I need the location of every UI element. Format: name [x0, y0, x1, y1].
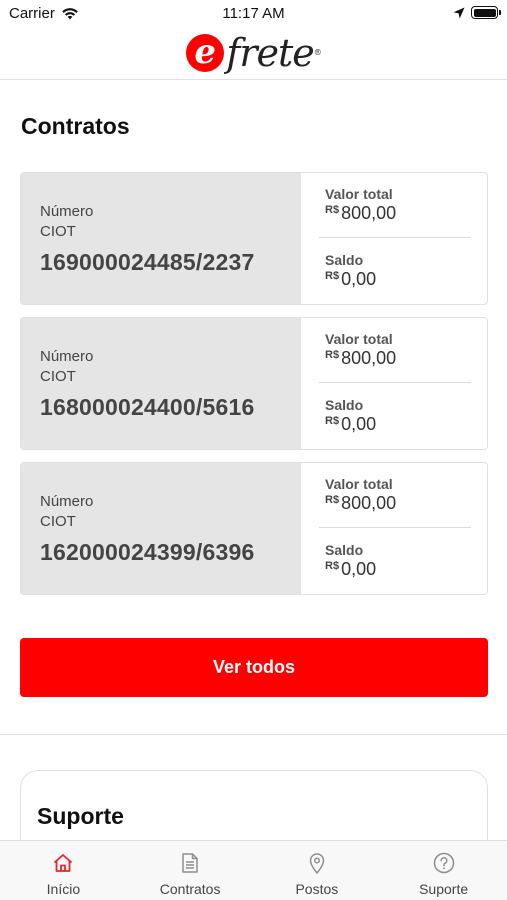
- contract-card[interactable]: Número CIOT 162000024399/6396 Valor tota…: [20, 462, 488, 595]
- home-icon: [51, 851, 75, 875]
- efrete-logo: e frete®: [186, 31, 322, 75]
- values-divider: [319, 527, 471, 528]
- values-divider: [319, 382, 471, 383]
- currency-symbol: R$: [325, 204, 340, 216]
- contract-label-ciot: CIOT: [40, 513, 76, 530]
- values-divider: [319, 237, 471, 238]
- registered-mark: ®: [313, 48, 322, 57]
- currency-symbol: R$: [325, 270, 340, 282]
- currency-symbol: R$: [325, 494, 340, 506]
- see-all-button[interactable]: Ver todos: [20, 638, 488, 697]
- tab-label: Contratos: [159, 881, 221, 897]
- section-divider: [0, 734, 507, 735]
- total-value: 800,00: [341, 493, 397, 513]
- status-bar: Carrier 11:17 AM: [0, 0, 507, 28]
- contract-id-panel: Número CIOT 169000024485/2237: [21, 173, 301, 304]
- contract-label-ciot: CIOT: [40, 223, 76, 240]
- contract-label-number: Número: [40, 493, 94, 510]
- support-title: Suporte: [37, 803, 124, 829]
- balance-label: Saldo: [325, 542, 364, 558]
- contract-id-panel: Número CIOT 168000024400/5616: [21, 318, 301, 449]
- balance-label: Saldo: [325, 252, 364, 268]
- contract-ciot-number: 168000024400/5616: [40, 394, 255, 420]
- contract-card[interactable]: Número CIOT 168000024400/5616 Valor tota…: [20, 317, 488, 450]
- currency-symbol: R$: [325, 560, 340, 572]
- balance-value: 0,00: [341, 414, 377, 434]
- tab-bar: Início Contratos Postos Suporte: [0, 840, 507, 900]
- tab-inicio[interactable]: Início: [0, 841, 127, 900]
- logo-mark: e: [186, 34, 225, 72]
- contract-ciot-number: 169000024485/2237: [40, 249, 255, 275]
- question-icon: [432, 851, 456, 875]
- total-value-label: Valor total: [325, 331, 393, 347]
- total-value: 800,00: [341, 348, 397, 368]
- tab-label: Início: [46, 881, 81, 897]
- logo-text: frete: [226, 31, 314, 75]
- main-content[interactable]: Contratos Número CIOT 169000024485/2237 …: [0, 80, 507, 840]
- header: e frete®: [0, 28, 507, 78]
- tab-label: Suporte: [419, 881, 469, 897]
- status-time: 11:17 AM: [222, 5, 285, 22]
- location-pin-icon: [305, 851, 329, 875]
- tab-contratos[interactable]: Contratos: [127, 841, 254, 900]
- contract-values-panel: Valor total R$ 800,00 Saldo R$ 0,00: [301, 318, 487, 449]
- contract-label-number: Número: [40, 348, 94, 365]
- tab-label: Postos: [295, 881, 339, 897]
- contract-id-panel: Número CIOT 162000024399/6396: [21, 463, 301, 594]
- contract-values-panel: Valor total R$ 800,00 Saldo R$ 0,00: [301, 173, 487, 304]
- tab-suporte[interactable]: Suporte: [380, 841, 507, 900]
- currency-symbol: R$: [325, 415, 340, 427]
- battery-icon: [471, 6, 501, 19]
- location-arrow-icon: [453, 7, 465, 18]
- contract-ciot-number: 162000024399/6396: [40, 539, 255, 565]
- contract-values-panel: Valor total R$ 800,00 Saldo R$ 0,00: [301, 463, 487, 594]
- document-icon: [178, 851, 202, 875]
- balance-label: Saldo: [325, 397, 364, 413]
- tab-postos[interactable]: Postos: [254, 841, 381, 900]
- support-card[interactable]: Suporte: [20, 770, 488, 840]
- contract-card[interactable]: Número CIOT 169000024485/2237 Valor tota…: [20, 172, 488, 305]
- currency-symbol: R$: [325, 349, 340, 361]
- contract-label-ciot: CIOT: [40, 368, 76, 385]
- balance-value: 0,00: [341, 269, 377, 289]
- contracts-title: Contratos: [21, 113, 130, 139]
- contract-label-number: Número: [40, 203, 94, 220]
- total-value-label: Valor total: [325, 186, 393, 202]
- total-value-label: Valor total: [325, 476, 393, 492]
- balance-value: 0,00: [341, 559, 377, 579]
- total-value: 800,00: [341, 203, 397, 223]
